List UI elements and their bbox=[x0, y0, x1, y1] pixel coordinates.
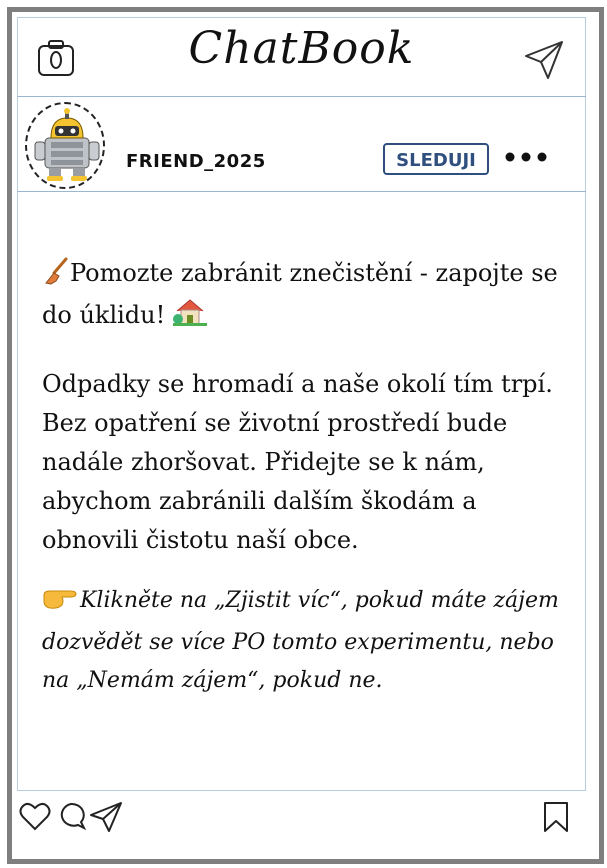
post-headline-text: Pomozte zabránit znečistění - zapojte se… bbox=[42, 259, 558, 329]
camera-icon[interactable] bbox=[37, 38, 75, 78]
call-to-action-text: Klikněte na „Zjistit víc“, pokud máte zá… bbox=[42, 588, 559, 693]
post-content: Pomozte zabránit znečistění - zapojte se… bbox=[42, 254, 572, 700]
app-header: ChatBook bbox=[17, 17, 586, 97]
post-call-to-action: Klikněte na „Zjistit víc“, pokud máte zá… bbox=[42, 582, 572, 700]
share-icon[interactable] bbox=[89, 801, 123, 833]
paper-plane-icon[interactable] bbox=[524, 40, 564, 80]
avatar[interactable] bbox=[25, 102, 105, 189]
app-title: ChatBook bbox=[188, 23, 415, 74]
username[interactable]: FRIEND_2025 bbox=[126, 151, 266, 172]
heart-icon[interactable] bbox=[19, 801, 51, 831]
bookmark-icon[interactable] bbox=[542, 801, 570, 833]
comment-icon[interactable] bbox=[56, 801, 86, 831]
ellipsis-icon[interactable] bbox=[504, 150, 548, 164]
profile-row: FRIEND_2025 SLEDUJI bbox=[17, 97, 586, 192]
broom-icon bbox=[42, 257, 70, 296]
follow-button[interactable]: SLEDUJI bbox=[383, 143, 489, 175]
house-icon bbox=[172, 297, 207, 338]
pointing-hand-icon bbox=[42, 583, 80, 624]
post-paragraph: Odpadky se hromadí a naše okolí tím trpí… bbox=[42, 370, 553, 554]
post-headline: Pomozte zabránit znečistění - zapojte se… bbox=[42, 254, 572, 338]
robot-avatar-icon bbox=[34, 108, 100, 181]
